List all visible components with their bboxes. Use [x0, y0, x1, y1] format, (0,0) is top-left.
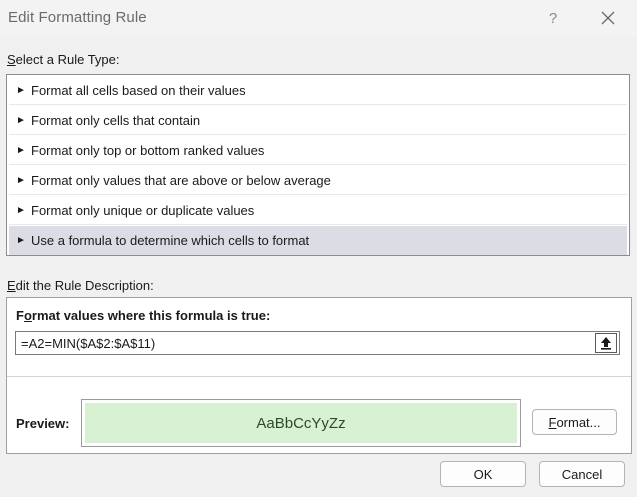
arrow-right-icon: ► — [16, 84, 26, 96]
arrow-right-icon: ► — [16, 114, 26, 126]
rule-type-item[interactable]: ► Format only cells that contain — [9, 106, 627, 135]
formula-label-text: rmat values where this formula is true: — [31, 308, 271, 323]
rule-description-heading: Edit the Rule Description: — [7, 278, 154, 293]
formula-input[interactable] — [16, 332, 594, 354]
format-button[interactable]: Format... — [532, 409, 617, 435]
title-bar: Edit Formatting Rule ? — [0, 0, 637, 37]
rule-type-item-label: Format all cells based on their values — [31, 82, 246, 98]
rule-type-item-selected[interactable]: ► Use a formula to determine which cells… — [9, 226, 627, 255]
format-button-accesskey: F — [548, 414, 557, 430]
collapse-dialog-button[interactable] — [595, 333, 617, 353]
rule-type-heading-accesskey: S — [7, 52, 16, 67]
close-button[interactable] — [594, 5, 622, 31]
rule-type-item[interactable]: ► Format only unique or duplicate values — [9, 196, 627, 225]
help-button[interactable]: ? — [540, 5, 566, 31]
formula-field — [15, 331, 620, 355]
preview-box: AaBbCcYyZz — [81, 399, 521, 447]
rule-type-item[interactable]: ► Format only top or bottom ranked value… — [9, 136, 627, 165]
rule-type-item[interactable]: ► Format all cells based on their values — [9, 76, 627, 105]
rule-description-heading-accesskey: E — [7, 278, 16, 293]
cancel-button[interactable]: Cancel — [539, 461, 625, 487]
arrow-right-icon: ► — [16, 174, 26, 186]
rule-type-item-label: Format only cells that contain — [31, 112, 201, 128]
close-icon — [601, 11, 615, 25]
ok-button[interactable]: OK — [440, 461, 526, 487]
rule-type-heading: Select a Rule Type: — [7, 52, 120, 67]
upload-arrow-icon — [601, 337, 611, 350]
rule-description-heading-text: dit the Rule Description: — [15, 278, 154, 293]
formula-label-first: F — [16, 308, 24, 323]
format-button-label: ormat... — [556, 414, 601, 430]
preview-sample: AaBbCcYyZz — [85, 403, 517, 443]
rule-type-list[interactable]: ► Format all cells based on their values… — [6, 74, 630, 256]
help-icon: ? — [548, 9, 558, 27]
panel-divider — [7, 376, 631, 377]
edit-formatting-rule-dialog: Edit Formatting Rule ? Select a Rule Typ… — [0, 0, 637, 497]
dialog-title: Edit Formatting Rule — [8, 9, 147, 26]
preview-label: Preview: — [16, 416, 70, 431]
rule-type-item-label: Format only unique or duplicate values — [31, 202, 255, 218]
rule-description-panel: Format values where this formula is true… — [6, 297, 632, 454]
formula-label: Format values where this formula is true… — [16, 308, 270, 323]
rule-type-item-label: Format only values that are above or bel… — [31, 172, 331, 188]
rule-type-item-label: Format only top or bottom ranked values — [31, 142, 265, 158]
arrow-right-icon: ► — [16, 204, 26, 216]
arrow-right-icon: ► — [16, 144, 26, 156]
rule-type-item[interactable]: ► Format only values that are above or b… — [9, 166, 627, 195]
rule-type-item-label: Use a formula to determine which cells t… — [31, 233, 310, 248]
arrow-right-icon: ► — [16, 235, 26, 246]
rule-type-heading-text: elect a Rule Type: — [15, 52, 120, 67]
formula-label-accesskey: o — [23, 308, 32, 323]
